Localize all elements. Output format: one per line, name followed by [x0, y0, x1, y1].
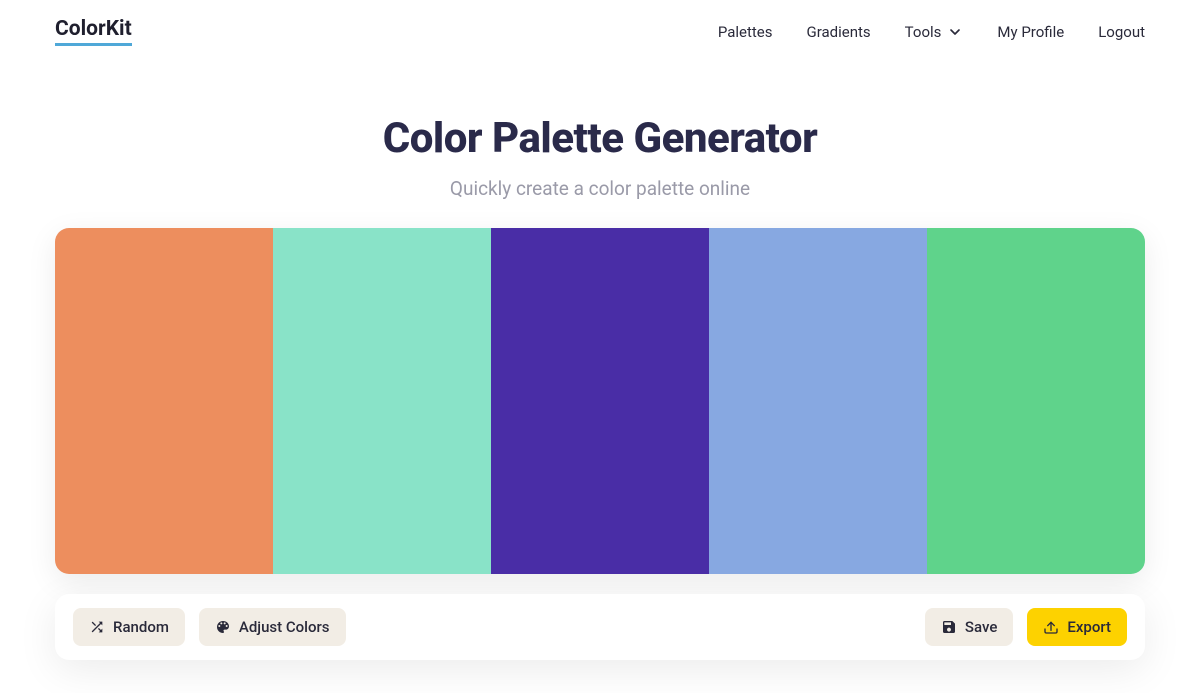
random-label: Random — [113, 618, 169, 636]
random-button[interactable]: Random — [73, 608, 185, 646]
nav-tools[interactable]: Tools — [905, 23, 964, 41]
main-content: Color Palette Generator Quickly create a… — [0, 64, 1200, 660]
nav-tools-label: Tools — [905, 23, 942, 41]
color-swatch-2[interactable] — [491, 228, 709, 574]
save-button[interactable]: Save — [925, 608, 1013, 646]
chevron-down-icon — [947, 24, 963, 40]
page-subtitle: Quickly create a color palette online — [55, 177, 1145, 200]
toolbar-left: Random Adjust Colors — [73, 608, 346, 646]
color-swatch-0[interactable] — [55, 228, 273, 574]
toolbar-right: Save Export — [925, 608, 1127, 646]
nav-profile[interactable]: My Profile — [997, 23, 1064, 41]
color-swatch-4[interactable] — [927, 228, 1145, 574]
save-label: Save — [965, 618, 997, 636]
navbar: ColorKit Palettes Gradients Tools My Pro… — [0, 0, 1200, 64]
palette-display — [55, 228, 1145, 574]
save-icon — [941, 619, 957, 635]
color-swatch-1[interactable] — [273, 228, 491, 574]
palette-icon — [215, 619, 231, 635]
export-icon — [1043, 619, 1059, 635]
adjust-colors-button[interactable]: Adjust Colors — [199, 608, 346, 646]
export-button[interactable]: Export — [1027, 608, 1127, 646]
brand-logo[interactable]: ColorKit — [55, 18, 132, 46]
nav-links: Palettes Gradients Tools My Profile Logo… — [718, 23, 1145, 41]
nav-gradients[interactable]: Gradients — [807, 23, 871, 41]
nav-palettes[interactable]: Palettes — [718, 23, 773, 41]
page-title: Color Palette Generator — [55, 114, 1145, 163]
adjust-label: Adjust Colors — [239, 618, 330, 636]
nav-logout[interactable]: Logout — [1098, 23, 1145, 41]
shuffle-icon — [89, 619, 105, 635]
color-swatch-3[interactable] — [709, 228, 927, 574]
toolbar: Random Adjust Colors Save Export — [55, 594, 1145, 660]
export-label: Export — [1067, 618, 1111, 636]
